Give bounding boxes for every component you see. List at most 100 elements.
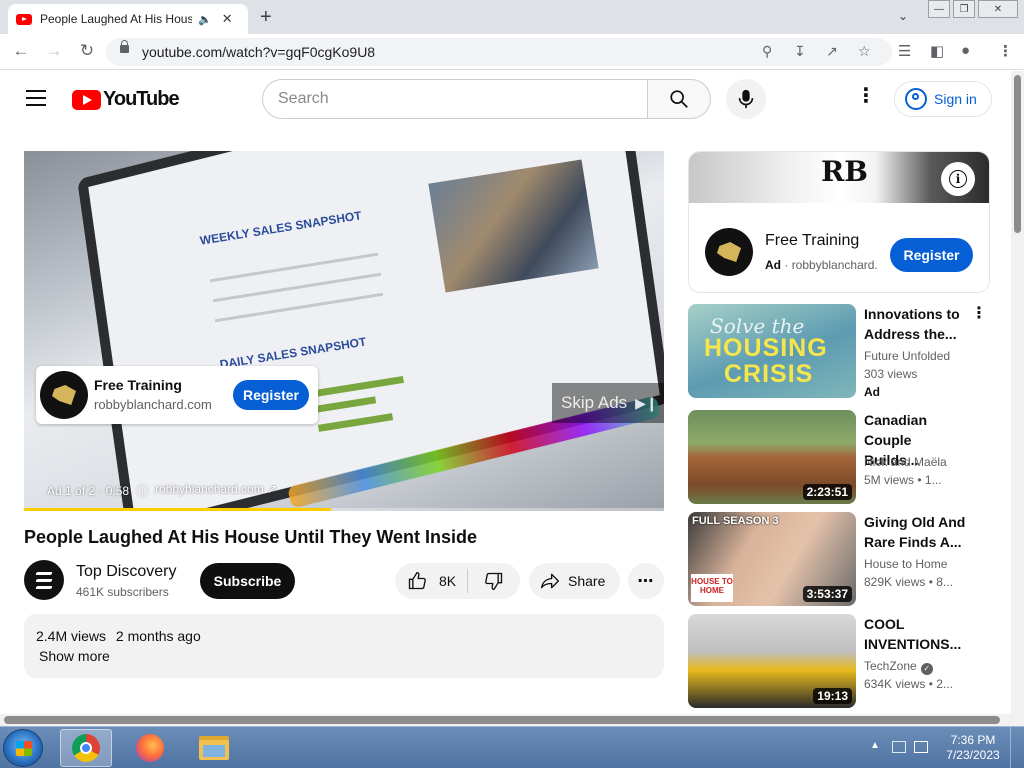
search-input[interactable] — [263, 80, 623, 118]
view-stats: 2.4M views 2 months ago — [36, 628, 201, 644]
taskbar-firefox[interactable] — [124, 729, 176, 767]
restore-button[interactable]: ❐ — [953, 0, 975, 18]
firefox-icon — [136, 734, 164, 762]
player-ad-domain: robbyblanchard.com — [94, 397, 212, 412]
ad-info-button[interactable]: i — [941, 162, 975, 196]
sidebar-ad-card[interactable]: RB i Free Training Ad · robbyblanchard. … — [688, 151, 990, 293]
side-panel-icon[interactable]: ◧ — [930, 42, 944, 60]
skip-ads-button[interactable]: Skip Ads ▶❙ — [552, 383, 664, 423]
channel-name[interactable]: Top Discovery — [76, 563, 176, 581]
info-icon[interactable]: ⓘ — [136, 484, 148, 498]
tray-expand-icon[interactable]: ▲ — [870, 740, 880, 751]
share-page-icon[interactable]: ↗ — [826, 43, 838, 60]
horizontal-scroll-thumb[interactable] — [4, 716, 1000, 724]
video-duration: 19:13 — [813, 688, 852, 704]
share-button[interactable]: Share — [529, 563, 620, 599]
address-bar[interactable]: youtube.com/watch?v=gqF0cgKo9U8 ⚲ ↧ ↗ ☆ — [106, 38, 892, 66]
speaker-icon[interactable]: 🔈 — [198, 13, 212, 26]
install-app-icon[interactable]: ↧ — [794, 43, 806, 60]
share-arrow-icon — [541, 573, 559, 589]
sidebar-ad-title: Free Training — [765, 232, 860, 249]
ad-domain-link[interactable]: robbyblanchard.com ↗ — [155, 482, 277, 496]
horizontal-scrollbar[interactable] — [0, 714, 1011, 726]
dislike-button[interactable] — [468, 563, 520, 599]
youtube-logo[interactable]: YouTube — [72, 88, 180, 111]
volume-muted-icon[interactable] — [914, 741, 928, 753]
channel-avatar[interactable] — [24, 560, 64, 600]
plus-icon[interactable]: + — [260, 6, 272, 29]
taskbar-file-explorer[interactable] — [188, 729, 240, 767]
start-button[interactable] — [3, 729, 43, 767]
taskbar-chrome[interactable] — [60, 729, 112, 767]
recommended-item[interactable]: FULL SEASON 3 HOUSE TO HOME 3:53:37 Givi… — [688, 512, 990, 606]
back-arrow-icon[interactable]: ← — [10, 41, 32, 61]
advertiser-logo-icon — [40, 371, 88, 419]
video-thumbnail[interactable]: Solve the HOUSING CRISIS — [688, 304, 856, 398]
recommended-title[interactable]: Giving Old And Rare Finds A... — [864, 512, 968, 552]
video-thumbnail[interactable]: 2:23:51 — [688, 410, 856, 504]
like-button[interactable]: 8K — [395, 563, 467, 599]
network-icon[interactable] — [892, 741, 906, 753]
video-thumbnail[interactable]: FULL SEASON 3 HOUSE TO HOME 3:53:37 — [688, 512, 856, 606]
ad-progress-bar[interactable] — [24, 508, 664, 511]
recommended-channel: TechZone ✓ — [864, 659, 933, 675]
voice-search-button[interactable] — [726, 79, 766, 119]
description-box[interactable]: 2.4M views 2 months ago Show more — [24, 614, 664, 678]
settings-kebab-icon[interactable]: ⋮ — [856, 86, 876, 106]
subscribe-button[interactable]: Subscribe — [200, 563, 295, 599]
view-count: 829K views — [864, 575, 926, 589]
recommended-item[interactable]: 19:13 COOL INVENTIONS... TechZone ✓ 634K … — [688, 614, 990, 708]
chevron-down-icon[interactable]: ⌄ — [898, 9, 908, 23]
close-window-button[interactable]: ✕ — [978, 0, 1018, 18]
recommended-views: 634K views • 2... — [864, 677, 953, 691]
vertical-scroll-thumb[interactable] — [1014, 75, 1021, 233]
profile-icon[interactable]: ● — [961, 42, 970, 59]
url-text[interactable]: youtube.com/watch?v=gqF0cgKo9U8 — [142, 44, 375, 60]
browser-menu-icon[interactable]: ⋮ — [998, 42, 1013, 60]
thumb-text: HOUSE TO HOME — [691, 574, 733, 602]
hamburger-menu-icon[interactable] — [26, 90, 46, 111]
search-button[interactable] — [647, 79, 711, 119]
video-thumbnail[interactable]: 19:13 — [688, 614, 856, 708]
zoom-search-icon[interactable]: ⚲ — [762, 43, 772, 60]
bookmark-star-icon[interactable]: ☆ — [858, 43, 871, 60]
recommended-item[interactable]: 2:23:51 Canadian Couple Builds... Nick a… — [688, 410, 990, 504]
vertical-scrollbar[interactable] — [1011, 71, 1024, 726]
media-controls-icon[interactable]: ☰ — [898, 42, 911, 60]
minimize-button[interactable]: — — [928, 0, 950, 18]
recommended-views: 829K views • 8... — [864, 575, 953, 589]
system-clock[interactable]: 7:36 PM 7/23/2023 — [942, 733, 1004, 763]
chrome-icon — [72, 734, 100, 762]
player-ad-card[interactable]: Free Training robbyblanchard.com Registe… — [36, 366, 318, 424]
sign-in-button[interactable]: Sign in — [894, 81, 992, 117]
browser-tab-youtube[interactable]: People Laughed At His House Until They W… — [8, 4, 248, 34]
recommended-item[interactable]: Solve the HOUSING CRISIS Innovations to … — [688, 304, 990, 399]
more-actions-button[interactable]: ⋯ — [628, 563, 664, 599]
player-ad-register-button[interactable]: Register — [233, 380, 309, 410]
forward-arrow-icon[interactable]: → — [43, 41, 65, 61]
show-desktop-button[interactable] — [1010, 727, 1024, 769]
share-label: Share — [568, 573, 606, 589]
recommended-views: 303 views — [864, 367, 918, 381]
skip-next-icon: ▶❙ — [635, 394, 658, 411]
sidebar-ad-register-button[interactable]: Register — [890, 238, 973, 272]
thumb-text: CRISIS — [724, 360, 814, 388]
like-count: 8K — [439, 573, 457, 589]
advertiser-logo-icon — [705, 228, 753, 276]
show-more-link[interactable]: Show more — [39, 648, 110, 664]
browser-tabbar: People Laughed At His House Until They W… — [0, 0, 1024, 34]
video-player[interactable]: WEEKLY SALES SNAPSHOT DAILY SALES SNAPSH… — [24, 151, 664, 511]
tab-close-icon[interactable]: ✕ — [222, 11, 233, 27]
ad-progress-fill — [24, 508, 332, 511]
info-icon: i — [949, 170, 967, 188]
subscriber-count: 461K subscribers — [76, 585, 169, 599]
lock-icon[interactable] — [120, 40, 129, 53]
recommended-title[interactable]: Innovations to Address the... — [864, 304, 968, 344]
youtube-favicon-icon — [16, 13, 32, 25]
reload-icon[interactable]: ↻ — [76, 41, 98, 61]
ad-domain-link-text: robbyblanchard.com — [155, 482, 264, 496]
video-title: People Laughed At His House Until They W… — [24, 527, 478, 547]
recommended-title[interactable]: COOL INVENTIONS... — [864, 614, 968, 654]
sidebar-ad-banner[interactable]: RB i — [689, 152, 989, 203]
item-menu-icon[interactable]: ⋮ — [971, 306, 987, 322]
